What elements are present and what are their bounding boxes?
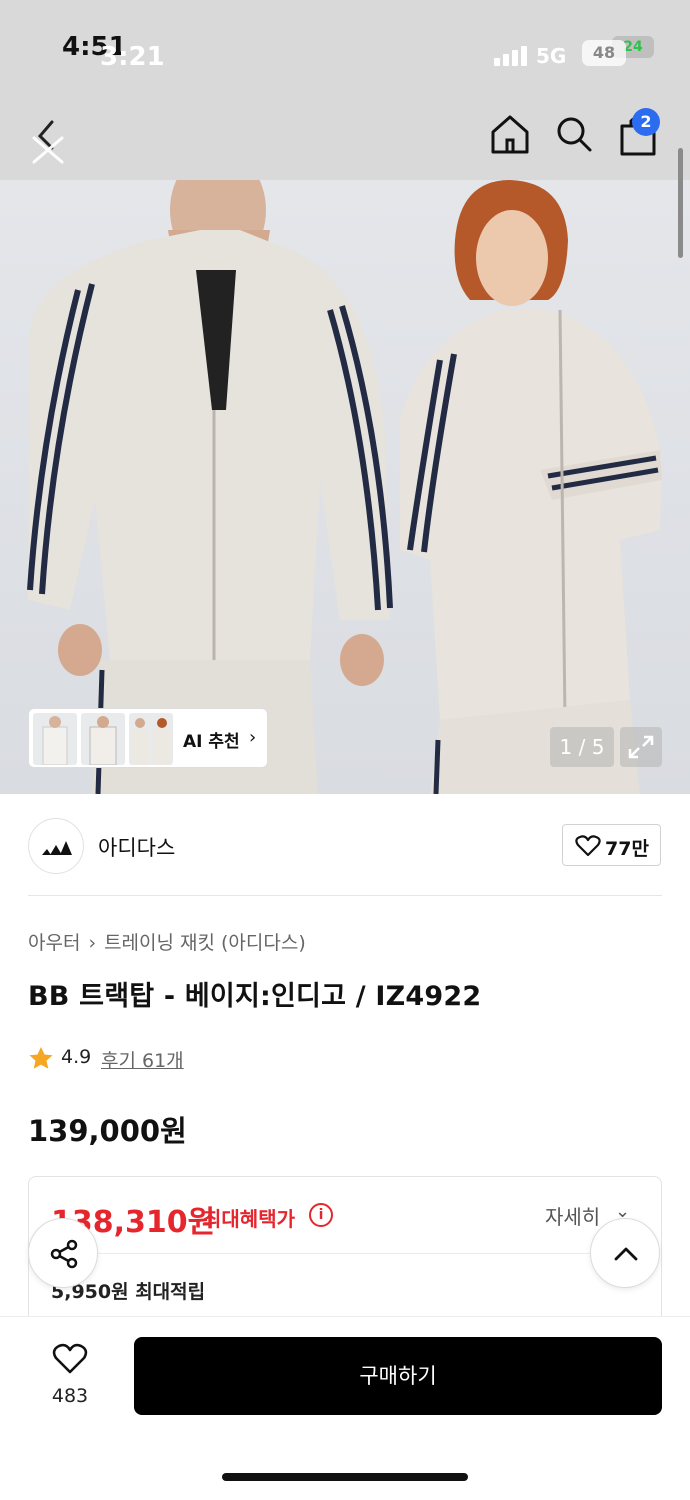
status-bar: 4:51 3:21 5G 24 48 xyxy=(0,0,690,100)
buy-button[interactable]: 구매하기 xyxy=(134,1337,662,1415)
chevron-right-icon: › xyxy=(249,727,257,748)
breadcrumb-item[interactable]: 아우터 xyxy=(28,932,80,954)
product-photo xyxy=(27,180,662,794)
thumbnail-3[interactable] xyxy=(129,713,173,765)
product-image-gallery[interactable]: AI 추천 › 1 / 5 xyxy=(0,180,690,794)
share-icon xyxy=(50,1239,78,1269)
cart-count-badge: 2 xyxy=(632,108,660,136)
heart-icon xyxy=(575,835,601,857)
image-counter: 1 / 5 xyxy=(550,727,614,767)
thumbnail-2[interactable] xyxy=(81,713,125,765)
home-icon[interactable] xyxy=(488,112,532,156)
rating-value: 4.9 xyxy=(61,1046,92,1068)
breadcrumb-item[interactable]: 트레이닝 재킷 (아디다스) xyxy=(104,932,306,954)
ai-recommend-strip[interactable]: AI 추천 › xyxy=(28,708,268,768)
divider xyxy=(28,895,662,896)
bottom-action-bar: 483 구매하기 xyxy=(0,1316,690,1500)
status-time-overlay: 3:21 xyxy=(100,42,165,72)
app-header xyxy=(0,100,690,180)
info-icon[interactable]: i xyxy=(309,1203,333,1227)
wishlist-count: 483 xyxy=(51,1385,89,1407)
max-benefit-label: 최대혜택가 xyxy=(203,1207,295,1231)
star-icon xyxy=(29,1047,53,1069)
brand-like-button[interactable]: 77만 xyxy=(562,824,661,866)
scrollbar[interactable] xyxy=(678,148,683,258)
benefit-box: 138,310원 최대혜택가 i 자세히 ⌄ 5,950원 최대적립 xyxy=(28,1176,662,1326)
product-title: BB 트랙탑 - 베이지:인디고 / IZ4922 xyxy=(28,981,482,1012)
back-arrow-icon[interactable] xyxy=(28,114,72,164)
share-button[interactable] xyxy=(28,1218,98,1288)
battery-icon: 48 xyxy=(582,40,626,66)
home-indicator xyxy=(222,1473,468,1481)
wishlist-button[interactable]: 483 xyxy=(34,1339,106,1419)
brand-name[interactable]: 아디다스 xyxy=(98,832,175,862)
scroll-top-button[interactable] xyxy=(590,1218,660,1288)
review-link[interactable]: 후기 61개 xyxy=(101,1046,184,1073)
search-icon[interactable] xyxy=(552,112,596,156)
thumbnail-1[interactable] xyxy=(33,713,77,765)
original-price: 139,000원 xyxy=(28,1114,187,1148)
detail-link[interactable]: 자세히 xyxy=(545,1201,600,1230)
divider xyxy=(51,1253,641,1254)
chevron-right-icon: › xyxy=(88,932,97,954)
breadcrumb: 아우터 › 트레이닝 재킷 (아디다스) xyxy=(28,928,306,955)
signal-icon xyxy=(494,44,530,66)
ai-recommend-label[interactable]: AI 추천 xyxy=(183,727,240,752)
brand-like-count: 77만 xyxy=(605,838,649,860)
network-label: 5G xyxy=(536,44,567,68)
expand-icon[interactable] xyxy=(620,727,662,767)
chevron-up-icon xyxy=(614,1247,638,1261)
heart-icon xyxy=(52,1343,88,1374)
brand-logo[interactable] xyxy=(28,818,84,874)
